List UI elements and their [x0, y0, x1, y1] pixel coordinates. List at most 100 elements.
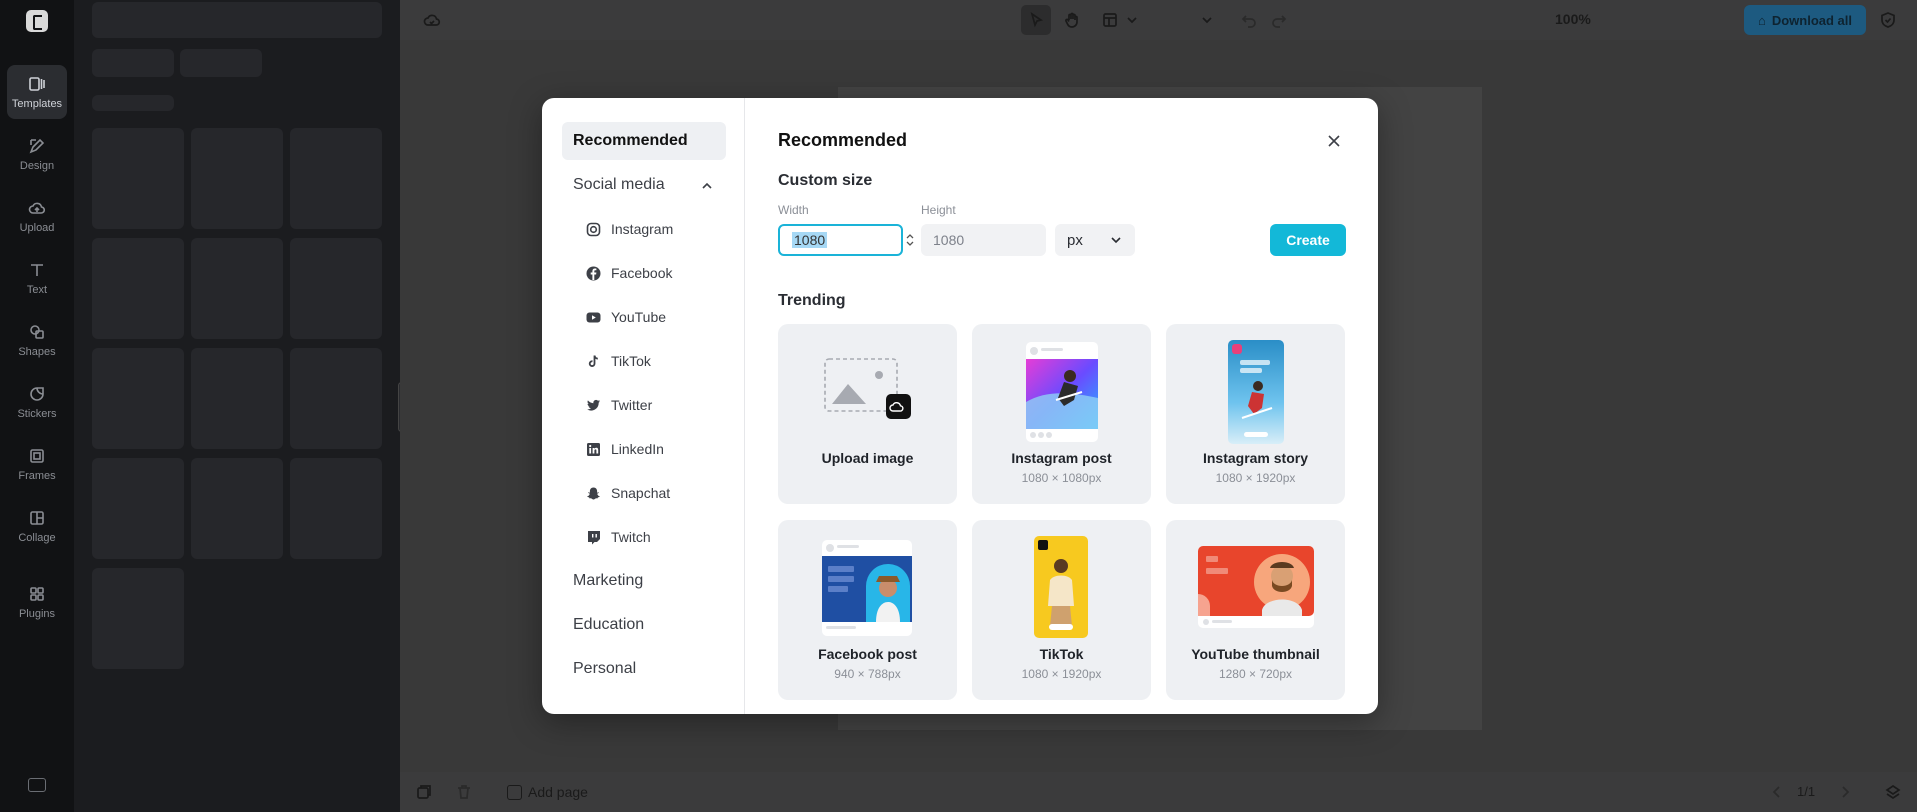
category-label: Marketing — [573, 572, 644, 589]
duplicate-page-icon[interactable] — [413, 781, 435, 803]
template-skeleton — [290, 458, 382, 559]
width-stepper-icon[interactable] — [905, 230, 915, 250]
social-item-twitter[interactable]: Twitter — [586, 391, 652, 419]
rail-item-frames[interactable]: Frames — [7, 437, 67, 491]
twitter-icon — [586, 398, 601, 413]
template-skeleton — [290, 238, 382, 339]
width-input[interactable]: 1080 — [778, 224, 903, 256]
shield-check-icon[interactable] — [1877, 9, 1899, 31]
twitch-icon — [586, 530, 601, 545]
social-item-label: Twitter — [611, 397, 653, 413]
rail-item-upload[interactable]: Upload — [7, 189, 67, 243]
filter-skeleton — [92, 49, 174, 77]
trending-card-upload-image[interactable]: Upload image — [778, 324, 957, 504]
rail-item-collage[interactable]: Collage — [7, 499, 67, 553]
social-item-tiktok[interactable]: TikTok — [586, 347, 651, 375]
category-marketing[interactable]: Marketing — [562, 562, 726, 600]
search-skeleton — [92, 2, 382, 38]
chevron-down-icon[interactable] — [1121, 9, 1143, 31]
template-skeleton — [191, 458, 283, 559]
social-item-label: Snapchat — [611, 485, 671, 501]
rail-item-label: Text — [26, 283, 48, 296]
unit-select-value: px — [1067, 231, 1083, 249]
card-title: Instagram post — [1011, 450, 1112, 466]
templates-panel — [74, 0, 400, 812]
redo-icon[interactable] — [1268, 9, 1290, 31]
keyboard-shortcuts-icon[interactable] — [28, 778, 46, 792]
trending-card-youtube-thumbnail[interactable]: YouTube thumbnail 1280 × 720px — [1166, 520, 1345, 700]
social-item-twitch[interactable]: Twitch — [586, 523, 651, 551]
close-icon[interactable] — [1325, 132, 1343, 150]
chevron-up-icon[interactable] — [700, 179, 714, 193]
trending-card-instagram-story[interactable]: Instagram story 1080 × 1920px — [1166, 324, 1345, 504]
rail-item-design[interactable]: Design — [7, 127, 67, 181]
trending-card-instagram-post[interactable]: Instagram post 1080 × 1080px — [972, 324, 1151, 504]
add-page-button[interactable]: Add page — [507, 784, 588, 800]
template-skeleton — [191, 128, 283, 229]
category-label: Recommended — [573, 132, 688, 149]
rail-item-shapes[interactable]: Shapes — [7, 313, 67, 367]
card-size: 940 × 788px — [834, 667, 901, 681]
tiktok-thumbnail — [1034, 536, 1088, 638]
social-item-label: TikTok — [611, 353, 651, 369]
trending-card-facebook-post[interactable]: Facebook post 940 × 788px — [778, 520, 957, 700]
custom-size-heading: Custom size — [778, 172, 873, 189]
create-button[interactable]: Create — [1270, 224, 1346, 256]
card-title: Facebook post — [818, 646, 917, 662]
category-label: Social media — [573, 176, 665, 193]
delete-page-icon[interactable] — [453, 781, 475, 803]
tiktok-icon — [586, 354, 601, 369]
social-item-youtube[interactable]: YouTube — [586, 303, 666, 331]
height-input[interactable]: 1080 — [921, 224, 1046, 256]
category-education[interactable]: Education — [562, 606, 726, 644]
next-page-icon[interactable] — [1834, 781, 1856, 803]
height-label: Height — [921, 203, 956, 217]
category-personal[interactable]: Personal — [562, 650, 726, 688]
social-item-facebook[interactable]: Facebook — [586, 259, 672, 287]
zoom-level[interactable]: 100% — [1555, 11, 1591, 27]
rail-item-templates[interactable]: Templates — [7, 65, 67, 119]
category-recommended[interactable]: Recommended — [562, 122, 726, 160]
upload-cloud-icon — [28, 199, 46, 217]
layers-icon[interactable] — [1882, 781, 1904, 803]
download-all-button[interactable]: ⌂ Download all — [1744, 5, 1866, 35]
undo-icon[interactable] — [1238, 9, 1260, 31]
chevron-down-icon — [1111, 237, 1121, 244]
previous-page-icon[interactable] — [1766, 781, 1788, 803]
bottom-bar: Add page 1/1 — [400, 772, 1917, 812]
rail-item-label: Upload — [19, 221, 55, 234]
facebook-icon — [586, 266, 601, 281]
social-item-instagram[interactable]: Instagram — [586, 215, 673, 243]
templates-icon — [28, 75, 46, 93]
card-size: 1080 × 1920px — [1215, 471, 1296, 485]
rail-item-label: Templates — [11, 97, 63, 110]
rail-item-stickers[interactable]: Stickers — [7, 375, 67, 429]
social-item-linkedin[interactable]: LinkedIn — [586, 435, 664, 463]
trending-card-tiktok[interactable]: TikTok 1080 × 1920px — [972, 520, 1151, 700]
category-label: Personal — [573, 660, 637, 677]
social-item-snapchat[interactable]: Snapchat — [586, 479, 670, 507]
hand-pan-icon[interactable] — [1061, 9, 1083, 31]
rail-item-label: Plugins — [18, 607, 56, 620]
category-label: Education — [573, 616, 645, 633]
cloud-sync-icon[interactable] — [421, 9, 443, 31]
download-all-label: Download all — [1771, 12, 1853, 28]
rail-item-label: Design — [19, 159, 55, 172]
card-title: Instagram story — [1202, 450, 1309, 466]
unit-select[interactable]: px — [1055, 224, 1135, 256]
select-pointer-icon[interactable] — [1021, 5, 1051, 35]
layout-icon[interactable] — [1099, 9, 1121, 31]
chevron-down-icon[interactable] — [1196, 9, 1218, 31]
linkedin-icon — [586, 442, 601, 457]
template-skeleton — [92, 128, 184, 229]
rail-item-plugins[interactable]: Plugins — [7, 575, 67, 629]
app-logo-icon[interactable] — [26, 10, 48, 32]
modal-content: Recommended Custom size Width Height 108… — [745, 98, 1378, 714]
card-title: Upload image — [821, 450, 914, 466]
stickers-icon — [28, 385, 46, 403]
rail-item-text[interactable]: Text — [7, 251, 67, 305]
download-lock-icon: ⌂ — [1757, 12, 1766, 28]
template-skeleton — [290, 348, 382, 449]
height-input-placeholder: 1080 — [933, 232, 965, 248]
frames-icon — [28, 447, 46, 465]
